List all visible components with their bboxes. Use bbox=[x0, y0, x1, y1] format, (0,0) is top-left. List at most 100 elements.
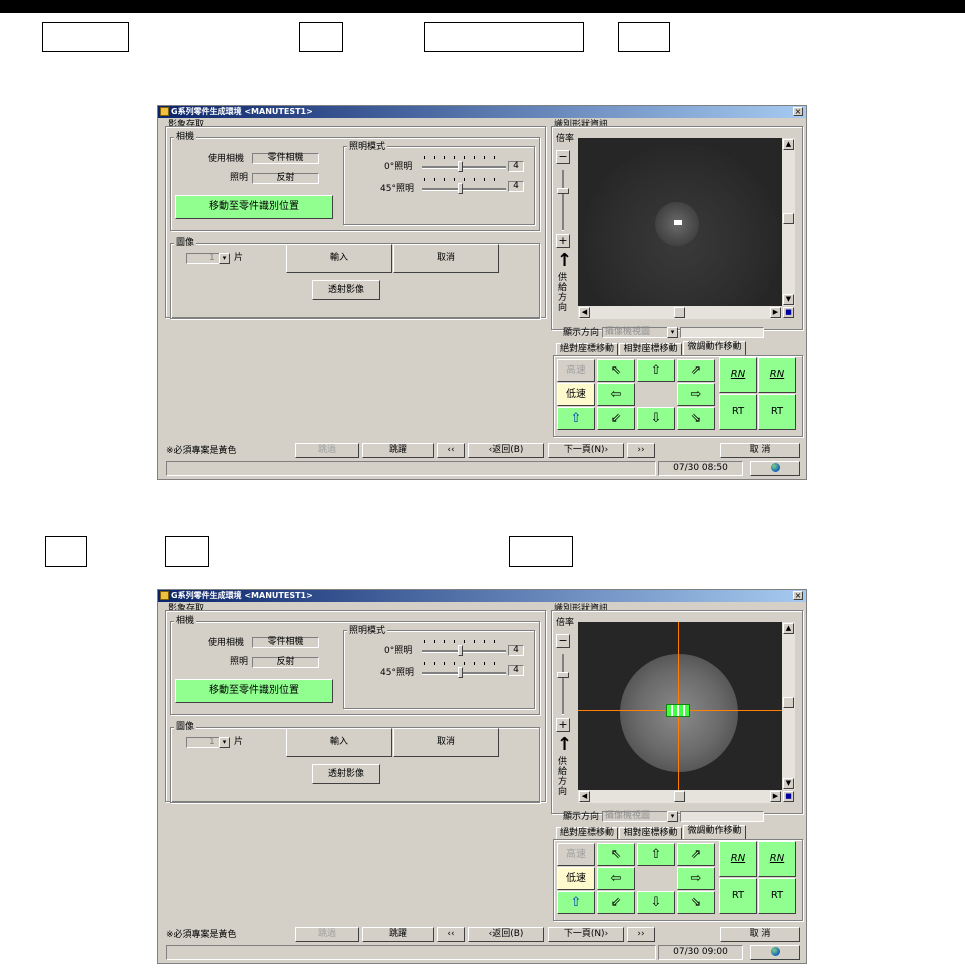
next-button[interactable]: 下一頁(N)› bbox=[548, 927, 624, 942]
jump-button[interactable]: 跳躍 bbox=[362, 443, 434, 458]
scroll-left-icon[interactable]: ◀ bbox=[579, 791, 590, 802]
tab-relative-move[interactable]: 相對座標移動 bbox=[619, 343, 682, 355]
rotate-rn-cw-button[interactable]: RN bbox=[758, 357, 796, 393]
light-45-slider[interactable] bbox=[458, 667, 463, 678]
scroll-up-icon[interactable]: ▲ bbox=[783, 623, 794, 634]
arrow-right-icon[interactable]: ⇨ bbox=[677, 867, 715, 890]
light-45-ticks bbox=[424, 662, 504, 665]
next-button[interactable]: 下一頁(N)› bbox=[548, 443, 624, 458]
horizontal-scrollbar[interactable]: ◀ ▶ bbox=[578, 790, 782, 803]
cancel-button[interactable]: 取 消 bbox=[720, 443, 800, 458]
transmit-image-button[interactable]: 透射影像 bbox=[312, 764, 380, 784]
arrow-down-icon[interactable]: ⇩ bbox=[637, 407, 675, 430]
light-0-slider-track bbox=[422, 650, 506, 653]
scroll-down-icon[interactable]: ▼ bbox=[783, 778, 794, 789]
chevron-down-icon[interactable]: ▾ bbox=[667, 811, 678, 822]
zoom-out-icon[interactable]: − bbox=[556, 150, 570, 164]
arrow-up-left-icon[interactable]: ⇖ bbox=[597, 359, 635, 382]
home-up-icon[interactable]: ⇧ bbox=[557, 407, 595, 430]
use-camera-field: 零件相機 bbox=[252, 637, 319, 648]
scroll-down-icon[interactable]: ▼ bbox=[783, 294, 794, 305]
light-0-slider[interactable] bbox=[458, 645, 463, 656]
last-page-button[interactable]: ›› bbox=[627, 927, 655, 942]
move-to-recognition-button[interactable]: 移動至零件識別位置 bbox=[175, 195, 333, 219]
arrow-up-icon[interactable]: ⇧ bbox=[637, 359, 675, 382]
vertical-scrollbar[interactable]: ▲ ▼ bbox=[782, 622, 795, 790]
skip-button[interactable]: 跳過 bbox=[295, 443, 359, 458]
rotate-rn-ccw-button[interactable]: RN bbox=[719, 841, 757, 877]
window-title: G系列零件生成環境 <MANUTEST1> bbox=[171, 591, 313, 600]
tab-fine-move[interactable]: 微調動作移動 bbox=[683, 341, 746, 355]
zoom-slider-track bbox=[562, 170, 564, 231]
camera-view bbox=[578, 138, 782, 306]
input-button[interactable]: 輸入 bbox=[286, 244, 392, 273]
zoom-in-icon[interactable]: + bbox=[556, 718, 570, 732]
cancel-image-button[interactable]: 取消 bbox=[393, 728, 499, 757]
rotate-rn-ccw-button[interactable]: RN bbox=[719, 357, 757, 393]
chevron-down-icon[interactable]: ▾ bbox=[219, 253, 230, 264]
tab-absolute-move[interactable]: 絕對座標移動 bbox=[556, 827, 618, 839]
light-0-slider[interactable] bbox=[458, 161, 463, 172]
input-button[interactable]: 輸入 bbox=[286, 728, 392, 757]
scroll-thumb-horizontal[interactable] bbox=[674, 791, 685, 802]
transmit-image-button[interactable]: 透射影像 bbox=[312, 280, 380, 300]
rotate-rt-cw-button[interactable]: RT bbox=[758, 878, 796, 914]
jump-button[interactable]: 跳躍 bbox=[362, 927, 434, 942]
close-icon[interactable]: × bbox=[793, 591, 803, 600]
move-to-recognition-button[interactable]: 移動至零件識別位置 bbox=[175, 679, 333, 703]
home-up-icon[interactable]: ⇧ bbox=[557, 891, 595, 914]
last-page-button[interactable]: ›› bbox=[627, 443, 655, 458]
first-page-button[interactable]: ‹‹ bbox=[437, 927, 465, 942]
arrow-down-right-icon[interactable]: ⇘ bbox=[677, 407, 715, 430]
horizontal-scrollbar[interactable]: ◀ ▶ bbox=[578, 306, 782, 319]
globe-button[interactable] bbox=[750, 945, 800, 960]
scroll-right-icon[interactable]: ▶ bbox=[770, 307, 781, 318]
zoom-slider[interactable] bbox=[557, 672, 569, 678]
arrow-up-right-icon[interactable]: ⇗ bbox=[677, 359, 715, 382]
chevron-down-icon[interactable]: ▾ bbox=[667, 327, 678, 338]
low-speed-button[interactable]: 低速 bbox=[557, 383, 595, 406]
rotate-rt-cw-button[interactable]: RT bbox=[758, 394, 796, 430]
zoom-out-icon[interactable]: − bbox=[556, 634, 570, 648]
arrow-left-icon[interactable]: ⇦ bbox=[597, 867, 635, 890]
arrow-down-left-icon[interactable]: ⇙ bbox=[597, 891, 635, 914]
cancel-image-button[interactable]: 取消 bbox=[393, 244, 499, 273]
scroll-left-icon[interactable]: ◀ bbox=[579, 307, 590, 318]
globe-button[interactable] bbox=[750, 461, 800, 476]
arrow-down-left-icon[interactable]: ⇙ bbox=[597, 407, 635, 430]
light-45-slider[interactable] bbox=[458, 183, 463, 194]
arrow-up-right-icon[interactable]: ⇗ bbox=[677, 843, 715, 866]
zoom-slider[interactable] bbox=[557, 188, 569, 194]
arrow-up-icon[interactable]: ⇧ bbox=[637, 843, 675, 866]
rotate-rt-ccw-button[interactable]: RT bbox=[719, 394, 757, 430]
scroll-up-icon[interactable]: ▲ bbox=[783, 139, 794, 150]
light-0-value: 4 bbox=[508, 161, 524, 172]
light-0-label: 0°照明 bbox=[384, 646, 413, 656]
scroll-thumb-vertical[interactable] bbox=[783, 213, 794, 224]
skip-button[interactable]: 跳過 bbox=[295, 927, 359, 942]
high-speed-button[interactable]: 高速 bbox=[557, 843, 595, 866]
scroll-thumb-horizontal[interactable] bbox=[674, 307, 685, 318]
scroll-thumb-vertical[interactable] bbox=[783, 697, 794, 708]
arrow-left-icon[interactable]: ⇦ bbox=[597, 383, 635, 406]
rotate-rt-ccw-button[interactable]: RT bbox=[719, 878, 757, 914]
rotate-rn-cw-button[interactable]: RN bbox=[758, 841, 796, 877]
arrow-right-icon[interactable]: ⇨ bbox=[677, 383, 715, 406]
zoom-in-icon[interactable]: + bbox=[556, 234, 570, 248]
scroll-right-icon[interactable]: ▶ bbox=[770, 791, 781, 802]
chevron-down-icon[interactable]: ▾ bbox=[219, 737, 230, 748]
tab-fine-move[interactable]: 微調動作移動 bbox=[683, 825, 746, 839]
arrow-down-right-icon[interactable]: ⇘ bbox=[677, 891, 715, 914]
arrow-up-left-icon[interactable]: ⇖ bbox=[597, 843, 635, 866]
arrow-down-icon[interactable]: ⇩ bbox=[637, 891, 675, 914]
low-speed-button[interactable]: 低速 bbox=[557, 867, 595, 890]
tab-absolute-move[interactable]: 絕對座標移動 bbox=[556, 343, 618, 355]
cancel-button[interactable]: 取 消 bbox=[720, 927, 800, 942]
high-speed-button[interactable]: 高速 bbox=[557, 359, 595, 382]
close-icon[interactable]: × bbox=[793, 107, 803, 116]
back-button[interactable]: ‹返回(B) bbox=[468, 927, 544, 942]
back-button[interactable]: ‹返回(B) bbox=[468, 443, 544, 458]
first-page-button[interactable]: ‹‹ bbox=[437, 443, 465, 458]
tab-relative-move[interactable]: 相對座標移動 bbox=[619, 827, 682, 839]
vertical-scrollbar[interactable]: ▲ ▼ bbox=[782, 138, 795, 306]
